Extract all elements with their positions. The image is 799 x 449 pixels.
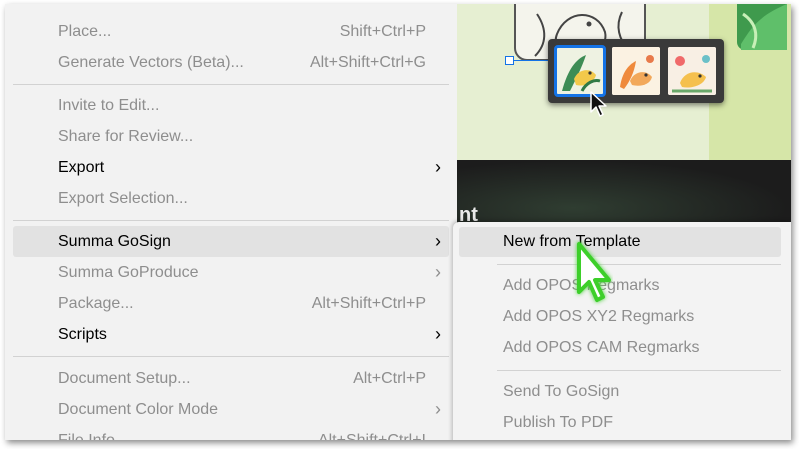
menu-item-shortcut: Shift+Ctrl+P <box>339 23 426 40</box>
menu-item-label: Share for Review... <box>58 128 194 145</box>
bird-thumbnail-icon <box>612 47 660 95</box>
menu-item-summa-gosign[interactable]: Summa GoSign › <box>13 226 449 257</box>
menu-item-file-info[interactable]: File Info... Alt+Shift+Ctrl+I <box>13 425 449 440</box>
chevron-right-icon: › <box>435 262 441 282</box>
menu-item-label: Add OPOS XY2 Regmarks <box>503 308 695 325</box>
menu-item-label: Place... <box>58 23 112 40</box>
menu-item-label: Package... <box>58 295 134 312</box>
menu-item-summa-goproduce[interactable]: Summa GoProduce › <box>13 257 449 288</box>
chevron-right-icon: › <box>435 399 441 419</box>
menu-item-place[interactable]: Place... Shift+Ctrl+P <box>13 16 449 47</box>
variation-thumb-1[interactable] <box>554 45 606 97</box>
menu-item-label: Scripts <box>58 326 107 343</box>
screenshot-frame: nt Place... Shift+Ctrl+P Generate Vector… <box>5 4 791 440</box>
menu-item-label: New from Template <box>503 233 641 250</box>
variation-thumb-2[interactable] <box>612 47 660 95</box>
menu-item-label: Publish To PDF <box>503 414 613 431</box>
menu-item-label: Generate Vectors (Beta)... <box>58 54 244 71</box>
menu-separator <box>13 356 449 357</box>
menu-item-label: Document Color Mode <box>58 401 219 418</box>
chevron-right-icon: › <box>435 231 441 251</box>
submenu-item-send-to-gosign[interactable]: Send To GoSign <box>459 377 781 407</box>
summa-gosign-submenu: New from Template Add OPOS Regmarks Add … <box>453 222 791 440</box>
menu-item-export-selection[interactable]: Export Selection... <box>13 183 449 214</box>
menu-item-label: Add OPOS CAM Regmarks <box>503 339 700 356</box>
menu-item-label: Export Selection... <box>58 190 188 207</box>
file-menu: Place... Shift+Ctrl+P Generate Vectors (… <box>5 4 457 440</box>
selection-handle[interactable] <box>505 56 514 65</box>
submenu-item-publish-to-pdf[interactable]: Publish To PDF <box>459 408 781 438</box>
variations-popup <box>548 39 724 103</box>
menu-item-shortcut: Alt+Shift+Ctrl+P <box>311 295 426 312</box>
menu-item-shortcut: Alt+Shift+Ctrl+I <box>318 425 426 440</box>
submenu-item-add-opos-regmarks[interactable]: Add OPOS Regmarks <box>459 271 781 301</box>
menu-item-package[interactable]: Package... Alt+Shift+Ctrl+P <box>13 288 449 319</box>
green-artwork-tile <box>737 4 787 50</box>
menu-item-export[interactable]: Export › <box>13 152 449 183</box>
menu-item-label: Export <box>58 159 105 176</box>
submenu-item-new-from-template[interactable]: New from Template <box>459 227 781 257</box>
menu-item-document-setup[interactable]: Document Setup... Alt+Ctrl+P <box>13 363 449 394</box>
menu-item-shortcut: Alt+Shift+Ctrl+G <box>309 54 426 71</box>
pointer-cursor-icon <box>577 242 611 302</box>
menu-item-label: Invite to Edit... <box>58 97 160 114</box>
submenu-item-add-opos-cam-regmarks[interactable]: Add OPOS CAM Regmarks <box>459 333 781 363</box>
menu-item-shortcut: Alt+Ctrl+P <box>353 370 426 387</box>
menu-separator <box>497 264 781 265</box>
menu-item-label: File Info... <box>58 425 128 440</box>
menu-item-document-color-mode[interactable]: Document Color Mode › <box>13 394 449 425</box>
menu-item-label: Summa GoProduce <box>58 264 199 281</box>
chevron-right-icon: › <box>435 157 441 177</box>
menu-separator <box>497 370 781 371</box>
bird-thumbnail-icon <box>556 47 604 95</box>
menu-item-label: Send To GoSign <box>503 383 620 400</box>
menu-item-share-for-review[interactable]: Share for Review... <box>13 121 449 152</box>
menu-item-invite-to-edit[interactable]: Invite to Edit... <box>13 90 449 121</box>
menu-item-generate-vectors[interactable]: Generate Vectors (Beta)... Alt+Shift+Ctr… <box>13 47 449 78</box>
menu-item-label: Summa GoSign <box>58 233 171 250</box>
menu-separator <box>13 84 449 85</box>
chevron-right-icon: › <box>435 324 441 344</box>
arrow-cursor-icon <box>590 91 607 117</box>
menu-item-label: Document Setup... <box>58 370 191 387</box>
variation-thumb-3[interactable] <box>668 47 716 95</box>
submenu-item-add-opos-xy2-regmarks[interactable]: Add OPOS XY2 Regmarks <box>459 302 781 332</box>
bird-thumbnail-icon <box>668 47 716 95</box>
menu-separator <box>13 220 449 221</box>
menu-item-scripts[interactable]: Scripts › <box>13 319 449 350</box>
